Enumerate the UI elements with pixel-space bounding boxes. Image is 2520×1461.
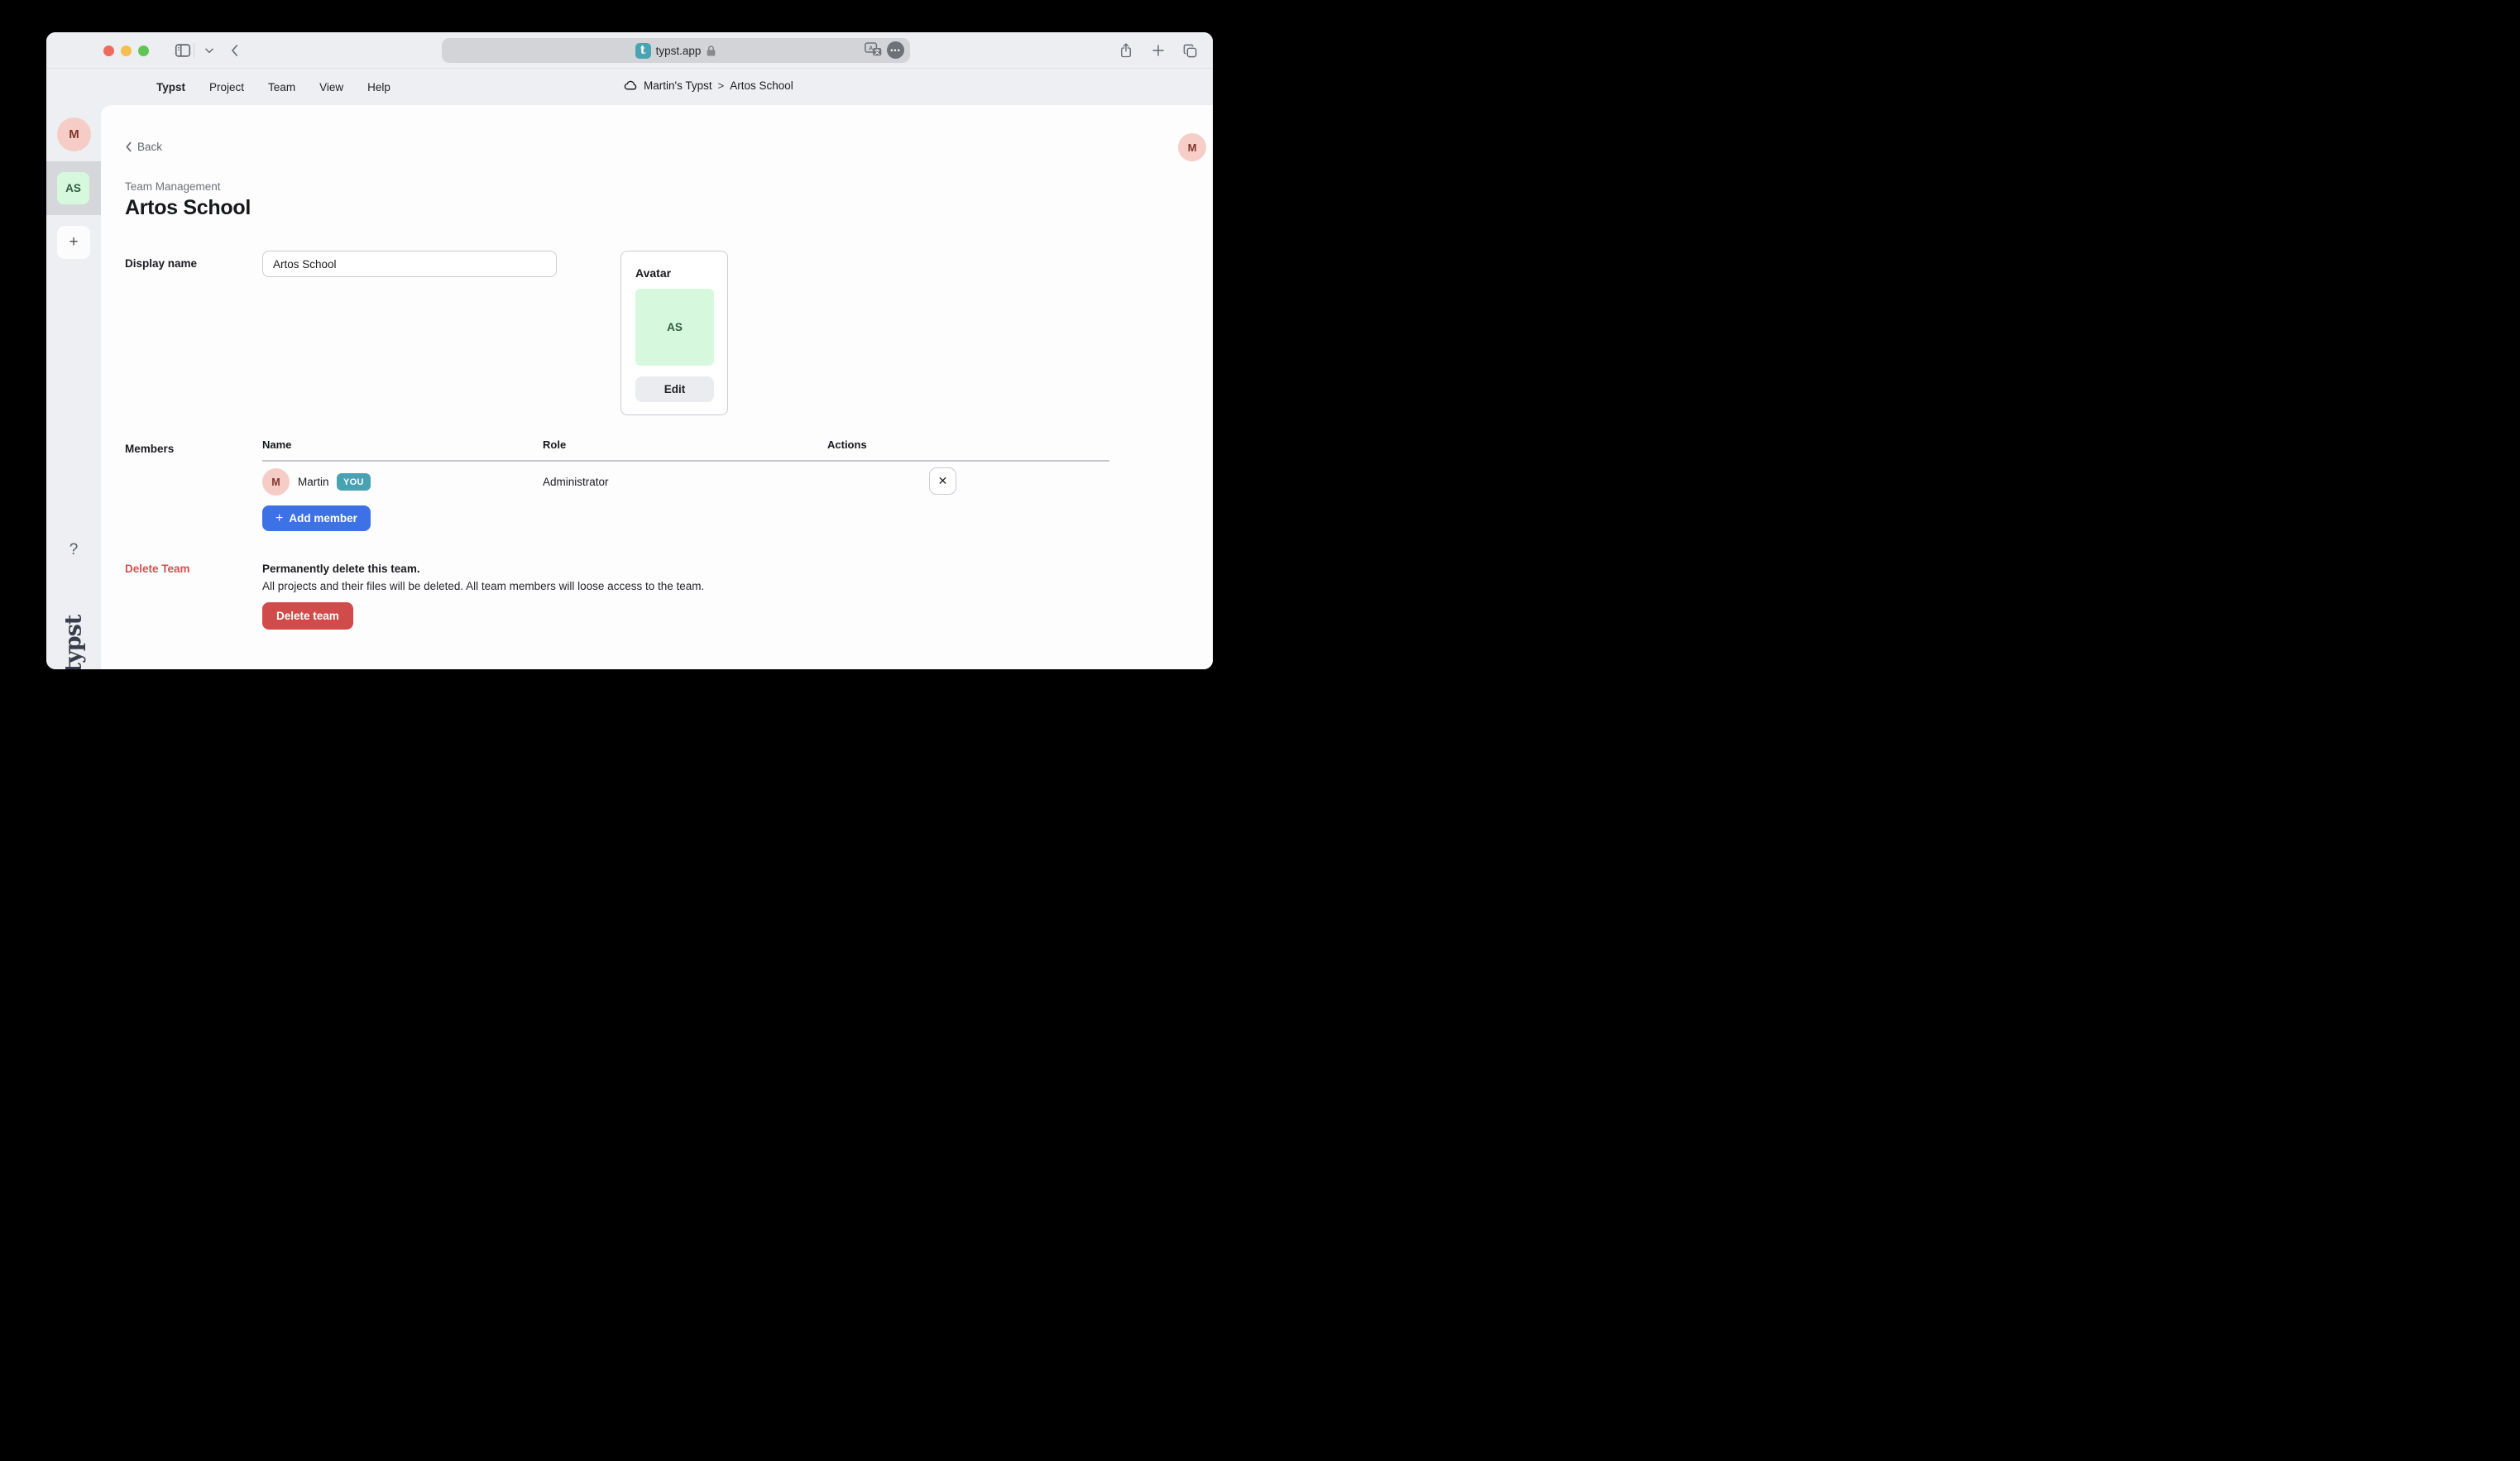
chevron-down-icon[interactable]: [199, 41, 220, 60]
svg-text:A: A: [869, 45, 874, 52]
avatar-card: Avatar AS Edit: [620, 251, 728, 415]
browser-window: t typst.app A 文 •••: [46, 32, 1213, 669]
back-link[interactable]: Back: [125, 141, 162, 153]
sidebar-user-avatar[interactable]: M: [57, 117, 91, 151]
menu-project[interactable]: Project: [209, 81, 244, 93]
delete-team-title: Permanently delete this team.: [262, 563, 420, 575]
delete-team-description: All projects and their files will be del…: [262, 580, 704, 592]
close-icon: ✕: [938, 474, 948, 488]
close-window-button[interactable]: [103, 46, 114, 56]
team-management-panel: Back M Team Management Artos School Disp…: [101, 105, 1213, 669]
member-role: Administrator: [543, 476, 609, 488]
plus-icon: +: [275, 511, 283, 526]
app-menubar: Typst Project Team View Help Martin's Ty…: [46, 69, 1213, 105]
url-text: typst.app: [656, 45, 702, 57]
member-avatar: M: [262, 468, 290, 496]
sidebar-selected-item: AS: [46, 161, 101, 215]
cloud-icon: [624, 80, 638, 91]
sidebar-toggle-icon[interactable]: [172, 41, 194, 60]
account-avatar[interactable]: M: [1178, 133, 1206, 161]
menu-team[interactable]: Team: [268, 81, 295, 93]
avatar-card-title: Avatar: [635, 266, 671, 280]
share-icon[interactable]: [1115, 41, 1137, 60]
menu-help[interactable]: Help: [367, 81, 390, 93]
traffic-lights: [103, 46, 149, 56]
address-bar[interactable]: t typst.app A 文 •••: [442, 38, 910, 63]
you-badge: YOU: [337, 473, 371, 491]
edit-avatar-button[interactable]: Edit: [635, 376, 714, 402]
tab-overview-icon[interactable]: [1179, 41, 1200, 60]
column-header-actions: Actions: [827, 438, 867, 451]
remove-member-button[interactable]: ✕: [929, 467, 956, 495]
section-label: Team Management: [125, 180, 221, 193]
sidebar-team-avatar[interactable]: AS: [57, 172, 89, 204]
delete-team-button[interactable]: Delete team: [262, 602, 353, 630]
breadcrumb-separator: >: [718, 79, 725, 92]
help-button[interactable]: ?: [46, 541, 101, 559]
column-header-role: Role: [543, 438, 566, 451]
member-name: Martin: [298, 476, 329, 488]
lock-icon: [706, 45, 716, 57]
svg-text:文: 文: [874, 48, 880, 55]
display-name-label: Display name: [125, 257, 197, 270]
breadcrumb-team[interactable]: Martin's Typst: [644, 79, 712, 92]
more-options-icon[interactable]: •••: [887, 41, 904, 59]
add-member-button[interactable]: + Add member: [262, 505, 371, 531]
page-title: Artos School: [125, 196, 251, 220]
new-tab-icon[interactable]: [1147, 41, 1169, 60]
menu-typst[interactable]: Typst: [156, 81, 185, 93]
chevron-left-icon: [125, 141, 132, 152]
menu-view[interactable]: View: [319, 81, 343, 93]
typst-favicon: t: [635, 43, 651, 59]
delete-team-section-label: Delete Team: [125, 563, 190, 575]
workspace-sidebar: M AS + ? typst: [46, 105, 101, 669]
members-section-label: Members: [125, 443, 174, 455]
browser-titlebar: t typst.app A 文 •••: [46, 32, 1213, 69]
table-row: M Martin YOU Administrator ✕: [262, 467, 1109, 496]
back-label: Back: [137, 141, 162, 153]
back-navigation-icon[interactable]: [224, 41, 246, 60]
breadcrumb: Martin's Typst > Artos School: [624, 69, 793, 102]
minimize-window-button[interactable]: [121, 46, 132, 56]
add-member-label: Add member: [289, 512, 357, 525]
column-header-name: Name: [262, 438, 291, 451]
translate-icon[interactable]: A 文: [865, 42, 883, 58]
typst-logo: typst: [46, 598, 101, 669]
table-header-divider: [262, 460, 1109, 462]
display-name-input[interactable]: [262, 251, 557, 277]
sidebar-add-team-button[interactable]: +: [57, 226, 90, 259]
zoom-window-button[interactable]: [138, 46, 149, 56]
team-avatar-preview: AS: [635, 289, 714, 366]
breadcrumb-page[interactable]: Artos School: [730, 79, 793, 92]
